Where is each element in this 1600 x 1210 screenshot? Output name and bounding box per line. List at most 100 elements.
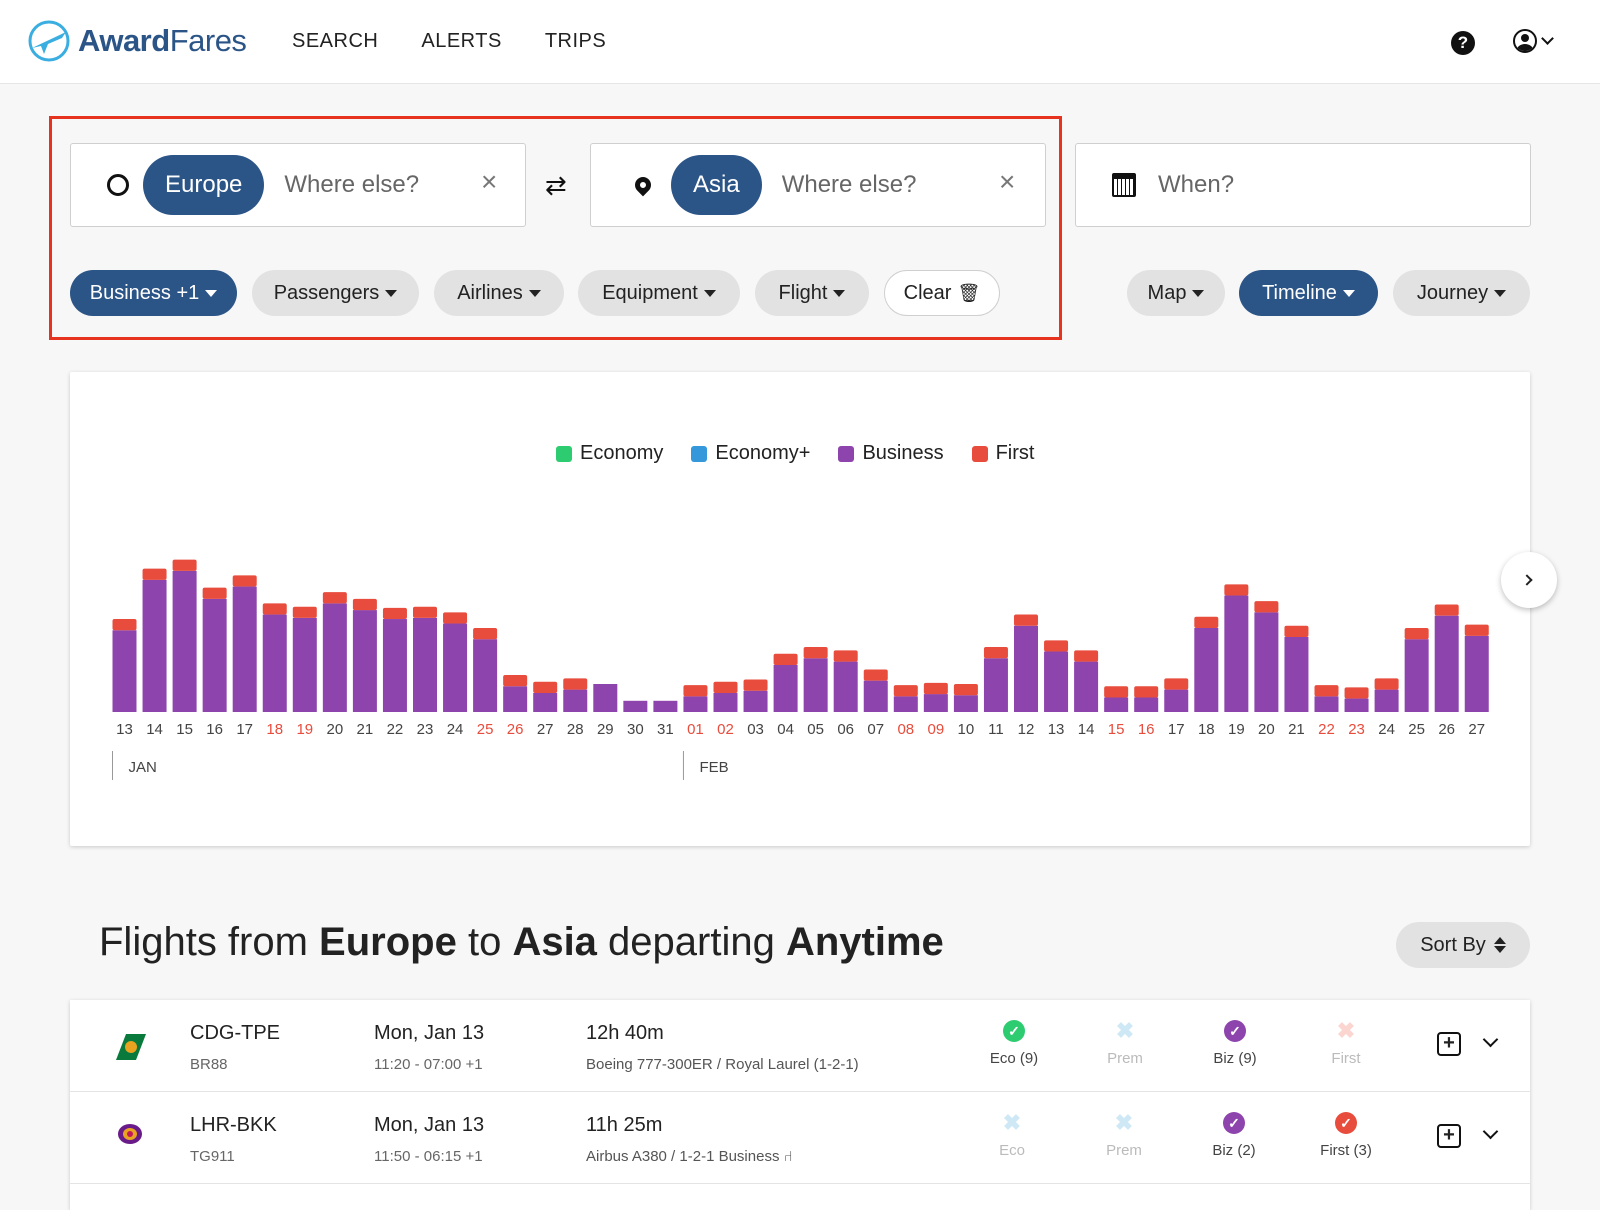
bar-business[interactable]: [743, 690, 768, 712]
flight-row[interactable]: LHR-BKK TG911 Mon, Jan 13 11:50 - 06:15 …: [70, 1092, 1530, 1184]
bar-business[interactable]: [1344, 698, 1369, 712]
bar-first[interactable]: [202, 587, 227, 599]
bar-first[interactable]: [683, 685, 708, 697]
bar-business[interactable]: [352, 610, 377, 712]
bar-first[interactable]: [382, 607, 407, 620]
bar-business[interactable]: [112, 630, 137, 712]
bar-first[interactable]: [232, 575, 257, 587]
bar-first[interactable]: [1254, 601, 1279, 613]
bar-first[interactable]: [1074, 650, 1099, 662]
bar-first[interactable]: [473, 628, 498, 640]
bar-business[interactable]: [803, 658, 828, 712]
bar-business[interactable]: [1284, 636, 1309, 712]
bar-first[interactable]: [923, 682, 948, 695]
bar-business[interactable]: [1134, 697, 1159, 712]
bar-business[interactable]: [382, 619, 407, 712]
bar-business[interactable]: [533, 692, 558, 712]
bar-business[interactable]: [1224, 595, 1249, 712]
bar-first[interactable]: [352, 598, 377, 611]
add-to-trip-icon[interactable]: +: [1437, 1032, 1461, 1056]
bar-first[interactable]: [803, 647, 828, 659]
bar-first[interactable]: [1014, 614, 1038, 626]
bar-first[interactable]: [1134, 686, 1159, 698]
bar-first[interactable]: [983, 647, 1008, 659]
add-to-trip-icon[interactable]: +: [1437, 1124, 1461, 1148]
bar-business[interactable]: [1014, 625, 1038, 712]
cabin-first[interactable]: ✓ First (3): [1296, 1112, 1396, 1159]
bar-business[interactable]: [983, 658, 1008, 712]
bar-business[interactable]: [322, 603, 347, 712]
bar-business[interactable]: [413, 617, 437, 712]
bar-business[interactable]: [1074, 661, 1099, 712]
bar-business[interactable]: [172, 570, 197, 712]
bar-business[interactable]: [773, 664, 798, 712]
bar-first[interactable]: [1044, 640, 1069, 652]
bar-business[interactable]: [292, 617, 317, 712]
bar-business[interactable]: [1044, 651, 1069, 712]
bar-first[interactable]: [1314, 685, 1339, 697]
bar-business[interactable]: [1464, 635, 1489, 712]
chevron-down-icon[interactable]: [1482, 1123, 1499, 1140]
bar-business[interactable]: [863, 680, 888, 712]
bar-first[interactable]: [713, 681, 738, 693]
bar-first[interactable]: [743, 679, 768, 691]
bar-business[interactable]: [262, 614, 287, 712]
bar-business[interactable]: [1254, 612, 1279, 712]
bar-business[interactable]: [202, 598, 227, 712]
bar-business[interactable]: [1374, 689, 1399, 712]
bar-business[interactable]: [683, 696, 708, 712]
bar-business[interactable]: [953, 695, 978, 712]
bar-business[interactable]: [923, 694, 948, 712]
bar-business[interactable]: [833, 661, 858, 712]
bar-first[interactable]: [142, 568, 167, 580]
bar-business[interactable]: [1104, 697, 1129, 712]
bar-business[interactable]: [893, 696, 918, 712]
bar-first[interactable]: [322, 592, 347, 604]
bar-first[interactable]: [413, 606, 437, 618]
bar-first[interactable]: [1434, 604, 1459, 616]
bar-first[interactable]: [533, 681, 558, 693]
bar-first[interactable]: [262, 603, 287, 615]
bar-business[interactable]: [563, 689, 588, 712]
bar-first[interactable]: [563, 678, 588, 690]
bar-business[interactable]: [713, 692, 738, 712]
bar-first[interactable]: [1344, 687, 1369, 699]
chevron-down-icon[interactable]: [1482, 1031, 1499, 1048]
bar-business[interactable]: [653, 700, 678, 712]
sort-by-button[interactable]: Sort By: [1396, 922, 1530, 968]
bar-first[interactable]: [893, 685, 918, 697]
bar-business[interactable]: [1314, 696, 1339, 712]
bar-first[interactable]: [1164, 678, 1189, 690]
bar-first[interactable]: [1464, 624, 1489, 636]
bar-first[interactable]: [443, 612, 468, 624]
bar-business[interactable]: [503, 686, 528, 712]
flight-row[interactable]: CDG-TPE BR88 Mon, Jan 13 11:20 - 07:00 +…: [70, 1000, 1530, 1092]
cabin-business[interactable]: ✓ Biz (2): [1184, 1112, 1284, 1159]
bar-first[interactable]: [1284, 625, 1309, 637]
bar-business[interactable]: [473, 639, 498, 712]
bar-first[interactable]: [172, 559, 197, 571]
bar-first[interactable]: [503, 675, 528, 687]
cabin-economy[interactable]: ✓ Eco (9): [964, 1020, 1064, 1067]
bar-first[interactable]: [833, 650, 858, 662]
bar-first[interactable]: [1194, 616, 1219, 628]
bar-first[interactable]: [1404, 628, 1429, 640]
bar-business[interactable]: [1404, 639, 1429, 712]
bar-business[interactable]: [623, 700, 648, 712]
bar-first[interactable]: [1374, 678, 1399, 690]
bar-business[interactable]: [142, 579, 167, 712]
bar-first[interactable]: [1224, 584, 1249, 596]
chart-next-button[interactable]: [1501, 552, 1557, 608]
bar-first[interactable]: [112, 619, 137, 631]
cabin-business[interactable]: ✓ Biz (9): [1185, 1020, 1285, 1067]
bar-first[interactable]: [953, 684, 978, 696]
bar-business[interactable]: [1434, 615, 1459, 712]
bar-business[interactable]: [1194, 628, 1219, 712]
bar-business[interactable]: [1164, 689, 1189, 712]
bar-business[interactable]: [593, 684, 618, 712]
bar-first[interactable]: [292, 606, 317, 618]
bar-first[interactable]: [863, 669, 888, 681]
bar-first[interactable]: [1104, 686, 1129, 698]
bar-first[interactable]: [773, 653, 798, 665]
bar-business[interactable]: [232, 586, 257, 712]
